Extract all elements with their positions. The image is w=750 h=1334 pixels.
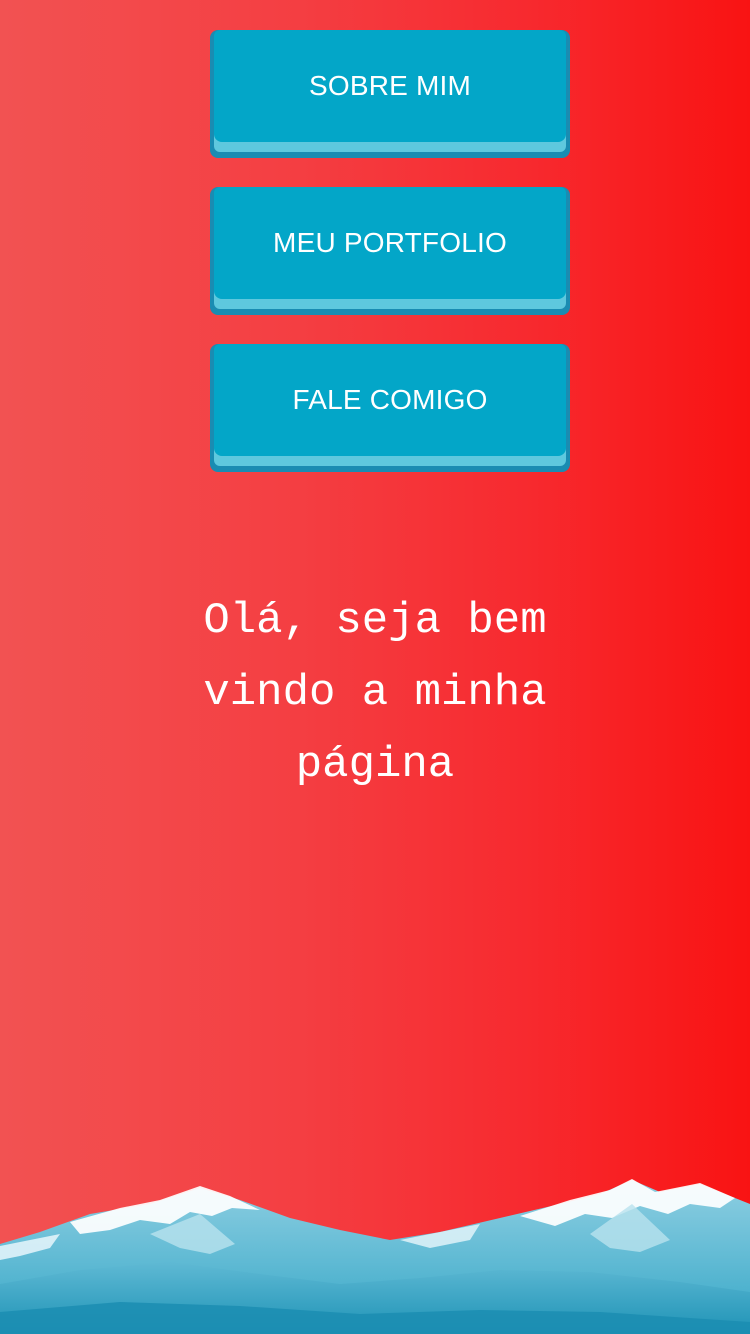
fale-comigo-button[interactable]: FALE COMIGO bbox=[210, 344, 570, 472]
sobre-mim-label: SOBRE MIM bbox=[214, 30, 566, 142]
welcome-heading: Olá, seja bem vindo a minha página bbox=[203, 596, 547, 790]
fale-comigo-label: FALE COMIGO bbox=[214, 344, 566, 456]
sobre-mim-button[interactable]: SOBRE MIM bbox=[210, 30, 570, 158]
main-nav: SOBRE MIM MEU PORTFOLIO FALE COMIGO bbox=[210, 30, 570, 501]
snowy-mountains-illustration bbox=[0, 1179, 750, 1334]
meu-portfolio-label: MEU PORTFOLIO bbox=[214, 187, 566, 299]
meu-portfolio-button[interactable]: MEU PORTFOLIO bbox=[210, 187, 570, 315]
